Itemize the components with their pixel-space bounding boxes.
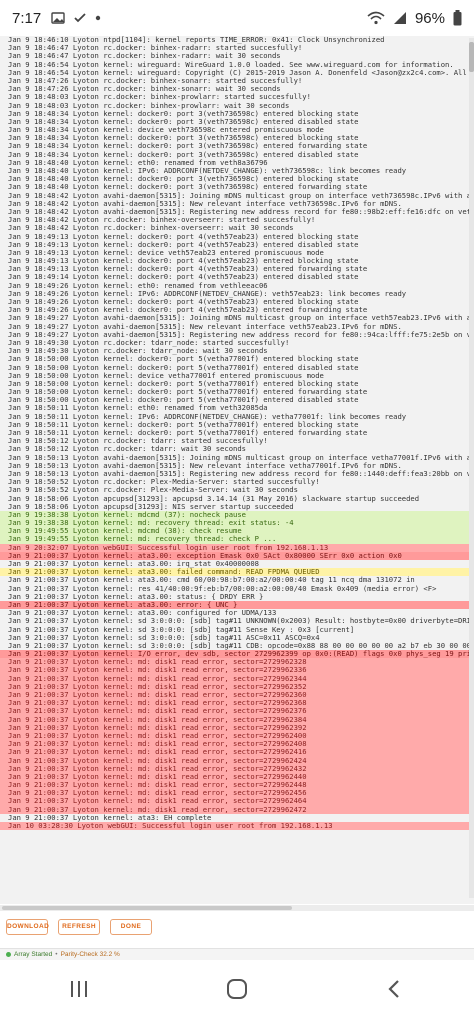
dot-icon [96, 15, 101, 21]
syslog-panel[interactable]: Jan 9 18:46:10 Lyoton ntpd[1104]: kernel… [0, 36, 474, 904]
download-button[interactable]: DOWNLOAD [6, 919, 49, 935]
android-nav-bar [0, 962, 474, 1016]
status-icons-left [51, 12, 101, 24]
gallery-icon [51, 12, 65, 24]
vertical-scrollbar-thumb[interactable] [469, 42, 474, 72]
battery-level: 96% [414, 9, 445, 27]
horizontal-scrollbar-thumb[interactable] [2, 906, 292, 910]
log-lines: Jan 9 18:46:10 Lyoton ntpd[1104]: kernel… [0, 36, 474, 831]
footer-separator: • [55, 951, 58, 958]
signal-icon [393, 12, 406, 24]
array-status: Array Started [14, 951, 53, 958]
status-time: 7:17 [12, 9, 42, 27]
status-bar: 7:17 96% [0, 0, 474, 36]
status-footer: Array Started • Parity-Check 32.2 % [0, 948, 474, 960]
log-line: Jan 10 03:28:30 Lyoton webGUI: Successfu… [0, 821, 474, 831]
refresh-button[interactable]: REFRESH [58, 919, 100, 935]
recent-apps-icon[interactable] [68, 979, 90, 999]
status-right: 96% [367, 10, 462, 27]
action-buttons: DOWNLOAD REFRESH DONE [6, 919, 152, 935]
done-button[interactable]: DONE [110, 919, 152, 935]
home-icon[interactable] [226, 978, 248, 1000]
check-icon [74, 13, 86, 23]
wifi-icon [367, 11, 385, 25]
battery-icon [453, 10, 462, 26]
horizontal-scrollbar[interactable] [0, 905, 474, 911]
vertical-scrollbar[interactable] [469, 38, 474, 898]
parity-check-status: Parity-Check 32.2 % [60, 951, 120, 958]
array-status-dot-icon [6, 952, 11, 957]
back-icon[interactable] [384, 978, 406, 1000]
